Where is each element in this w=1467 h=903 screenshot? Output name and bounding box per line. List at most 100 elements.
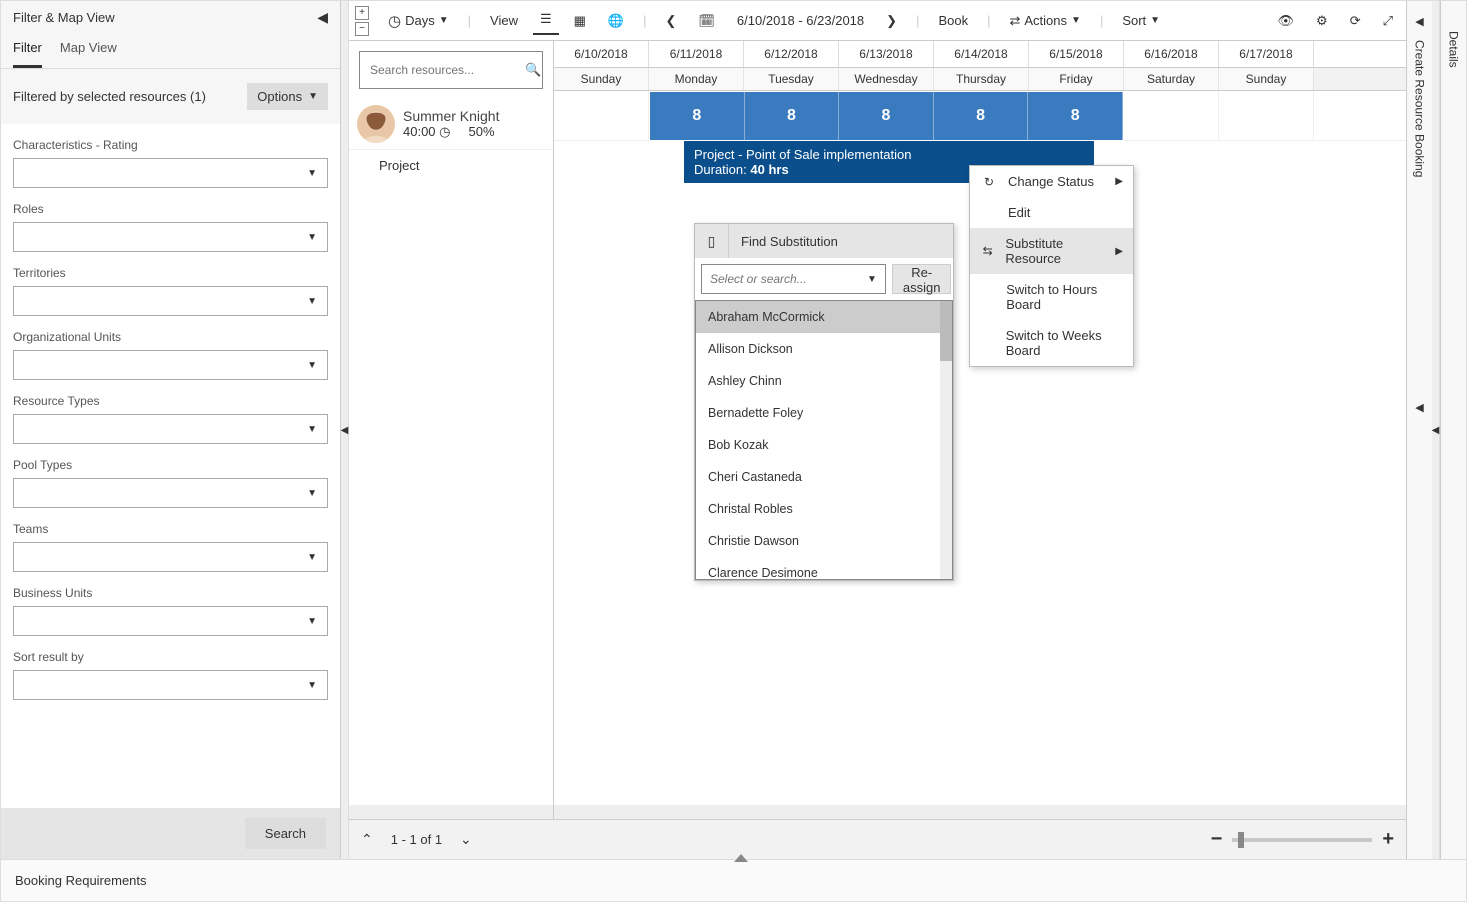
resource-row[interactable]: Summer Knight 40:00 ◷ 50% [349,99,553,150]
day-header: Saturday [1124,68,1219,90]
date-header: 6/11/2018 [649,41,744,67]
capacity-hour: 8 [934,92,1029,140]
create-booking-label: Create Resource Booking [1413,40,1427,177]
filter-pool-types[interactable]: ▼ [13,478,328,508]
page-down-icon[interactable]: ⌄ [460,831,472,848]
filter-org-units[interactable]: ▼ [13,350,328,380]
chevron-down-icon: ▼ [307,360,317,371]
expand-all-icon[interactable]: + [355,6,369,20]
resource-name: Summer Knight [403,108,499,124]
context-menu-item[interactable]: Edit [970,197,1133,228]
filter-resource-types[interactable]: ▼ [13,414,328,444]
zoom-in-icon[interactable]: + [1382,828,1394,851]
chevron-down-icon: ▼ [439,15,449,26]
next-range-button[interactable]: ❯ [879,9,904,33]
search-icon[interactable]: 🔍 [525,62,541,78]
tab-filter[interactable]: Filter [13,34,42,68]
menu-item-icon: ⇆ [980,244,995,258]
calendar-icon[interactable]: 🗓 [691,9,722,33]
substitution-option[interactable]: Allison Dickson [696,333,952,365]
date-header: 6/12/2018 [744,41,839,67]
booking-requirements-bar[interactable]: Booking Requirements [0,860,1467,902]
horizontal-scrollbar[interactable] [349,805,553,819]
substitution-option[interactable]: Christal Robles [696,493,952,525]
grid-cell[interactable] [554,91,649,140]
sort-button[interactable]: Sort ▼ [1115,9,1167,32]
options-button[interactable]: Options ▼ [247,83,328,110]
substitution-option[interactable]: Bob Kozak [696,429,952,461]
context-menu-item[interactable]: Switch to Hours Board [970,274,1133,320]
day-header: Sunday [554,68,649,90]
resource-column: 🔍 Summer Knight 40:00 ◷ 50% Project [349,41,554,819]
filter-characteristics[interactable]: ▼ [13,158,328,188]
create-booking-rail[interactable]: ◀ Create Resource Booking ◀ [1406,1,1432,859]
zoom-slider[interactable] [1232,838,1372,842]
scrollbar[interactable] [940,301,952,579]
right-splitter[interactable]: ◀ [1432,1,1440,859]
view-label: View [483,9,525,32]
substitution-search-input[interactable] [710,272,867,286]
substitution-option[interactable]: Abraham McCormick [696,301,952,333]
substitution-option[interactable]: Christie Dawson [696,525,952,557]
date-header: 6/10/2018 [554,41,649,67]
book-button[interactable]: Book [931,9,975,32]
substitution-select[interactable]: ▼ [701,264,886,294]
filter-label: Teams [13,522,328,536]
search-button[interactable]: Search [245,818,326,849]
capacity-bar[interactable]: 88888 [649,91,1124,141]
context-menu: ↻Change Status▶Edit⇆Substitute Resource▶… [969,165,1134,367]
resource-subrow[interactable]: Project [349,150,553,181]
substitution-option[interactable]: Ashley Chinn [696,365,952,397]
refresh-icon[interactable]: ⟳ [1343,9,1368,33]
chevron-down-icon: ▼ [307,680,317,691]
fullscreen-icon[interactable]: ⤢ [1376,9,1400,33]
details-rail[interactable]: Details [1440,1,1466,859]
tab-map-view[interactable]: Map View [60,34,117,68]
filter-roles[interactable]: ▼ [13,222,328,252]
filter-business-units[interactable]: ▼ [13,606,328,636]
filter-label: Organizational Units [13,330,328,344]
filter-teams[interactable]: ▼ [13,542,328,572]
filter-label: Roles [13,202,328,216]
collapse-left-icon[interactable]: ◀ [317,9,328,26]
substitution-option[interactable]: Bernadette Foley [696,397,952,429]
substitution-option[interactable]: Cheri Castaneda [696,461,952,493]
left-splitter[interactable]: ◀ [341,1,349,859]
context-menu-item[interactable]: ↻Change Status▶ [970,166,1133,197]
page-status: 1 - 1 of 1 [391,832,442,847]
popup-title: Find Substitution [729,226,850,257]
filter-sort-by[interactable]: ▼ [13,670,328,700]
horizontal-scrollbar[interactable] [554,805,1406,819]
page-up-icon[interactable]: ⌃ [361,831,373,848]
eye-icon[interactable]: 👁 [1271,9,1302,33]
list-view-icon[interactable]: ☰ [533,7,559,35]
zoom-out-icon[interactable]: − [1211,828,1223,851]
chevron-down-icon: ▼ [307,232,317,243]
actions-button[interactable]: ⇄ Actions ▼ [1002,9,1087,33]
search-input[interactable] [370,63,525,77]
substitution-option[interactable]: Clarence Desimone [696,557,952,580]
popup-collapse-icon[interactable]: ▯ [695,224,729,258]
chevron-up-icon[interactable] [734,852,748,862]
collapse-all-icon[interactable]: − [355,22,369,36]
grid-cell[interactable] [1219,91,1314,140]
time-scale-days[interactable]: ◷ Days ▼ [381,8,456,34]
grid-cell[interactable] [1124,91,1219,140]
chevron-down-icon: ▼ [1071,15,1081,26]
grid-view-icon[interactable]: ▦ [567,9,593,33]
context-menu-item[interactable]: ⇆Substitute Resource▶ [970,228,1133,274]
chevron-down-icon: ▼ [1150,15,1160,26]
capacity-hour: 8 [650,92,745,140]
swap-icon: ⇄ [1009,13,1020,29]
filter-territories[interactable]: ▼ [13,286,328,316]
filter-label: Resource Types [13,394,328,408]
toolbar: + − ◷ Days ▼ | View ☰ ▦ 🌐 | ❮ 🗓 6/10/201… [349,1,1406,41]
capacity-hour: 8 [1028,92,1123,140]
gear-icon[interactable]: ⚙ [1309,9,1335,33]
chevron-left-icon[interactable]: ◀ [1415,401,1423,414]
reassign-button[interactable]: Re-assign [892,264,952,294]
prev-range-button[interactable]: ❮ [659,9,684,33]
map-globe-icon[interactable]: 🌐 [601,9,631,33]
resource-search[interactable]: 🔍 [359,51,543,89]
context-menu-item[interactable]: Switch to Weeks Board [970,320,1133,366]
